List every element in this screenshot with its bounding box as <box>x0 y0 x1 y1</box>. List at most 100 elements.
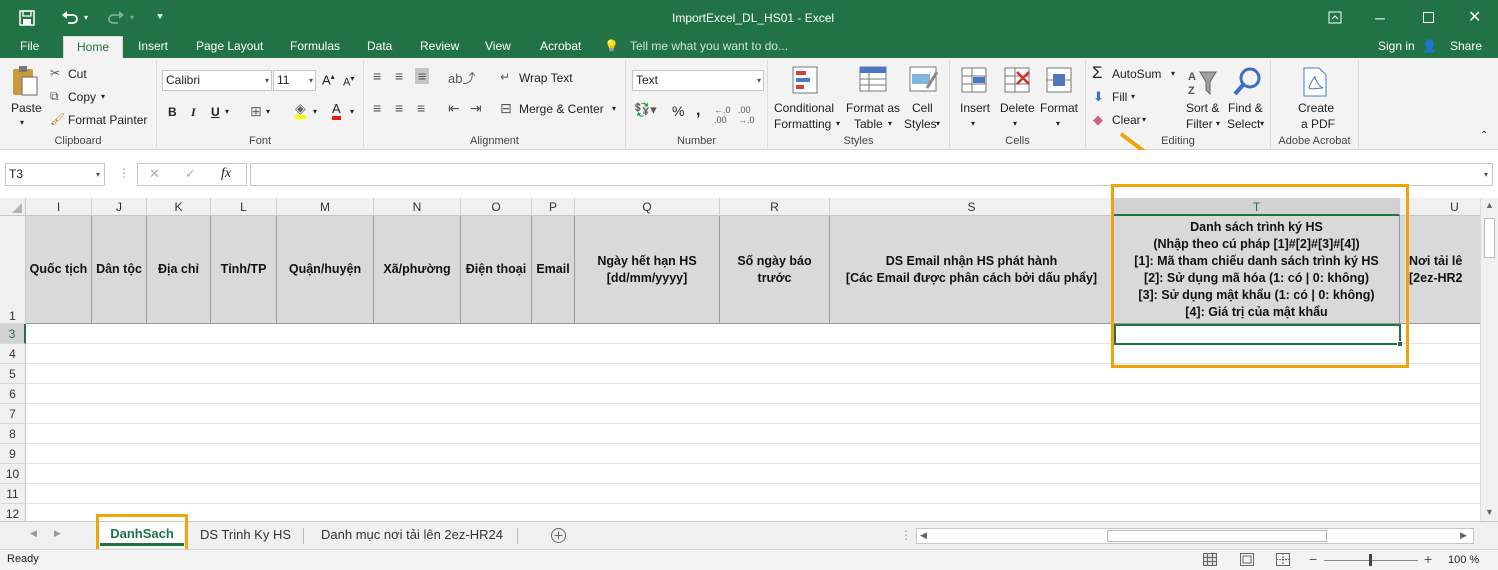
horizontal-scrollbar[interactable]: ◀ ▶ <box>916 528 1474 544</box>
format-as-table-label-2[interactable]: Table <box>854 117 883 131</box>
vertical-scrollbar[interactable]: ▲ ▼ <box>1480 198 1498 521</box>
insert-function-icon[interactable]: fx <box>221 166 231 182</box>
sort-dropdown-icon[interactable]: ▾ <box>1216 119 1220 128</box>
bold-icon[interactable]: B <box>168 105 177 119</box>
zoom-out-icon[interactable]: − <box>1309 551 1317 567</box>
redo-icon[interactable] <box>106 9 126 27</box>
format-painter-icon[interactable]: 🖌 <box>50 112 65 126</box>
horizontal-scroll-thumb[interactable] <box>1107 530 1327 542</box>
column-header-m[interactable]: M <box>277 198 374 216</box>
column-header-n[interactable]: N <box>374 198 461 216</box>
decrease-decimal-icon[interactable]: .00 →.0 <box>738 105 755 125</box>
tab-page-layout[interactable]: Page Layout <box>188 36 271 58</box>
merge-icon[interactable]: ⊟ <box>500 100 512 117</box>
align-center-icon[interactable]: ≡ <box>395 100 403 116</box>
merge-center-button[interactable]: Merge & Center <box>519 102 604 116</box>
format-dropdown-icon[interactable]: ▾ <box>1056 119 1060 128</box>
scroll-right-icon[interactable]: ▶ <box>1460 530 1467 541</box>
align-right-icon[interactable]: ≡ <box>417 100 425 116</box>
header-cell-i[interactable]: Quốc tịch <box>26 216 92 324</box>
autosum-dropdown-icon[interactable]: ▾ <box>1171 69 1175 78</box>
header-cell-n[interactable]: Xã/phường <box>374 216 461 324</box>
insert-label[interactable]: Insert <box>960 101 990 115</box>
row-header-8[interactable]: 8 <box>0 424 26 444</box>
header-cell-j[interactable]: Dân tộc <box>92 216 147 324</box>
cut-icon[interactable]: ✂ <box>50 66 60 80</box>
header-cell-u[interactable]: Nơi tải lê [2ez-HR2 <box>1400 216 1480 324</box>
tab-home[interactable]: Home <box>63 36 124 58</box>
clear-button[interactable]: Clear <box>1112 113 1141 127</box>
cf-dropdown-icon[interactable]: ▾ <box>836 119 840 128</box>
increase-decimal-icon[interactable]: ←.0.00 <box>714 105 731 125</box>
share-button[interactable]: Share <box>1442 36 1490 58</box>
row-header-11[interactable]: 11 <box>0 484 26 504</box>
row-header-5[interactable]: 5 <box>0 364 26 384</box>
copy-button[interactable]: Copy <box>68 90 96 104</box>
prev-sheet-icon[interactable]: ◀ <box>30 528 37 539</box>
paste-dropdown-icon[interactable]: ▾ <box>20 118 24 127</box>
autosum-icon[interactable]: Σ <box>1092 63 1103 83</box>
sort-filter-label-2[interactable]: Filter <box>1186 117 1213 131</box>
customize-toolbar-icon[interactable]: ⯆ <box>156 0 164 36</box>
cancel-icon[interactable]: ✕ <box>149 166 160 182</box>
create-pdf-label-2[interactable]: a PDF <box>1301 117 1335 131</box>
format-cells-icon[interactable] <box>1045 66 1075 96</box>
header-cell-k[interactable]: Địa chỉ <box>147 216 211 324</box>
merge-dropdown-icon[interactable]: ▾ <box>612 104 616 113</box>
name-box[interactable]: T3 ▾ <box>5 163 105 186</box>
comma-icon[interactable]: , <box>696 102 700 120</box>
tab-insert[interactable]: Insert <box>130 36 176 58</box>
column-header-s[interactable]: S <box>830 198 1114 216</box>
header-cell-l[interactable]: Tỉnh/TP <box>211 216 277 324</box>
tab-file[interactable]: File <box>12 36 47 58</box>
grid-row-9[interactable] <box>26 444 1480 464</box>
tab-review[interactable]: Review <box>412 36 467 58</box>
copy-dropdown-icon[interactable]: ▾ <box>101 92 105 101</box>
delete-cells-icon[interactable] <box>1003 66 1033 96</box>
formula-input[interactable]: ▾ <box>250 163 1493 186</box>
cell-styles-label[interactable]: Cell <box>912 101 933 115</box>
row-header-6[interactable]: 6 <box>0 384 26 404</box>
scroll-down-icon[interactable]: ▼ <box>1485 507 1494 517</box>
row-header-4[interactable]: 4 <box>0 344 26 364</box>
sheet-tab-ds-trinh-ky[interactable]: DS Trinh Ky HS <box>192 522 299 548</box>
tab-view[interactable]: View <box>477 36 519 58</box>
delete-dropdown-icon[interactable]: ▾ <box>1013 119 1017 128</box>
fill-dropdown-icon[interactable]: ▾ <box>313 107 317 116</box>
column-header-q[interactable]: Q <box>575 198 720 216</box>
italic-icon[interactable]: I <box>191 105 196 120</box>
grid-row-8[interactable] <box>26 424 1480 444</box>
conditional-formatting-label-2[interactable]: Formatting <box>774 117 831 131</box>
save-icon[interactable] <box>18 9 36 27</box>
font-name-combo[interactable]: Calibri ▾ <box>162 70 272 91</box>
row-header-3[interactable]: 3 <box>0 324 26 344</box>
find-select-label-2[interactable]: Select <box>1227 117 1260 131</box>
align-bottom-icon[interactable]: ≡ <box>415 68 430 84</box>
grid-row-6[interactable] <box>26 384 1480 404</box>
next-sheet-icon[interactable]: ▶ <box>54 528 61 539</box>
select-all-corner[interactable] <box>0 198 26 216</box>
underline-icon[interactable]: U <box>211 105 220 119</box>
row-header-10[interactable]: 10 <box>0 464 26 484</box>
undo-dropdown-icon[interactable]: ▾ <box>84 0 88 36</box>
conditional-formatting-icon[interactable] <box>792 66 824 96</box>
format-label[interactable]: Format <box>1040 101 1078 115</box>
row-header-1[interactable]: 1 <box>0 216 26 324</box>
scroll-up-icon[interactable]: ▲ <box>1485 200 1494 210</box>
column-header-o[interactable]: O <box>461 198 532 216</box>
find-dropdown-icon[interactable]: ▾ <box>1260 119 1264 128</box>
copy-icon[interactable]: ⧉ <box>50 89 59 104</box>
font-color-icon[interactable]: A <box>332 102 341 120</box>
close-icon[interactable]: ✕ <box>1468 0 1481 36</box>
column-header-l[interactable]: L <box>211 198 277 216</box>
format-painter-button[interactable]: Format Painter <box>68 113 147 127</box>
cell-styles-label-2[interactable]: Styles <box>904 117 937 131</box>
column-header-k[interactable]: K <box>147 198 211 216</box>
tab-data[interactable]: Data <box>359 36 400 58</box>
grow-font-icon[interactable]: A▴ <box>322 72 335 87</box>
page-layout-icon[interactable] <box>1240 553 1254 566</box>
column-header-r[interactable]: R <box>720 198 830 216</box>
collapse-ribbon-icon[interactable]: ⌃ <box>1480 130 1488 141</box>
border-icon[interactable]: ⊞ <box>250 103 262 120</box>
sort-filter-icon[interactable]: AZ <box>1186 68 1220 98</box>
